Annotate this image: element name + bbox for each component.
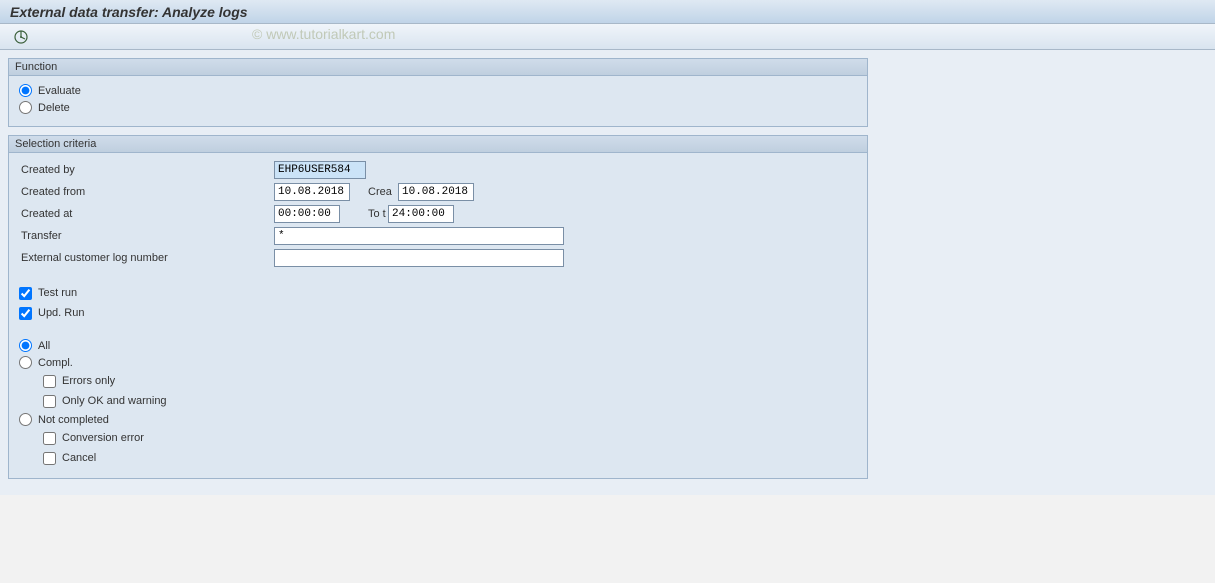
upd-run-checkbox[interactable]: [19, 307, 32, 320]
transfer-input[interactable]: [274, 227, 564, 245]
execute-button[interactable]: [10, 27, 32, 47]
cancel-label: Cancel: [62, 452, 96, 464]
ext-log-input[interactable]: [274, 249, 564, 267]
only-ok-warn-label: Only OK and warning: [62, 395, 167, 407]
not-completed-radio[interactable]: [19, 413, 32, 426]
evaluate-radio[interactable]: [19, 84, 32, 97]
errors-only-label: Errors only: [62, 375, 115, 387]
only-ok-warn-checkbox[interactable]: [43, 395, 56, 408]
created-by-label: Created by: [19, 164, 274, 176]
created-by-input[interactable]: [274, 161, 366, 179]
content-area: Function Evaluate Delete Selection crite…: [0, 50, 1215, 495]
created-from-input[interactable]: [274, 183, 350, 201]
delete-label: Delete: [38, 102, 70, 114]
conversion-error-label: Conversion error: [62, 432, 144, 444]
window-titlebar: External data transfer: Analyze logs: [0, 0, 1215, 24]
transfer-label: Transfer: [19, 230, 274, 242]
crea-input[interactable]: [398, 183, 474, 201]
app-toolbar: © www.tutorialkart.com: [0, 24, 1215, 50]
cancel-checkbox[interactable]: [43, 452, 56, 465]
not-completed-label: Not completed: [38, 414, 109, 426]
all-label: All: [38, 340, 50, 352]
watermark-text: © www.tutorialkart.com: [252, 26, 395, 42]
function-groupbox: Function Evaluate Delete: [8, 58, 868, 127]
conversion-error-checkbox[interactable]: [43, 432, 56, 445]
delete-radio[interactable]: [19, 101, 32, 114]
selection-criteria-groupbox: Selection criteria Created by Created fr…: [8, 135, 868, 479]
upd-run-label: Upd. Run: [38, 307, 84, 319]
function-group-title: Function: [9, 59, 867, 76]
to-t-input[interactable]: [388, 205, 454, 223]
created-at-label: Created at: [19, 208, 274, 220]
compl-label: Compl.: [38, 357, 73, 369]
execute-icon: [13, 29, 29, 45]
evaluate-label: Evaluate: [38, 85, 81, 97]
test-run-checkbox[interactable]: [19, 287, 32, 300]
created-at-input[interactable]: [274, 205, 340, 223]
to-t-label: To t: [340, 208, 388, 220]
errors-only-checkbox[interactable]: [43, 375, 56, 388]
compl-radio[interactable]: [19, 356, 32, 369]
all-radio[interactable]: [19, 339, 32, 352]
test-run-label: Test run: [38, 287, 77, 299]
window-title: External data transfer: Analyze logs: [10, 4, 248, 20]
ext-log-label: External customer log number: [19, 252, 274, 264]
created-from-label: Created from: [19, 186, 274, 198]
crea-label: Crea: [350, 186, 398, 198]
selection-group-title: Selection criteria: [9, 136, 867, 153]
